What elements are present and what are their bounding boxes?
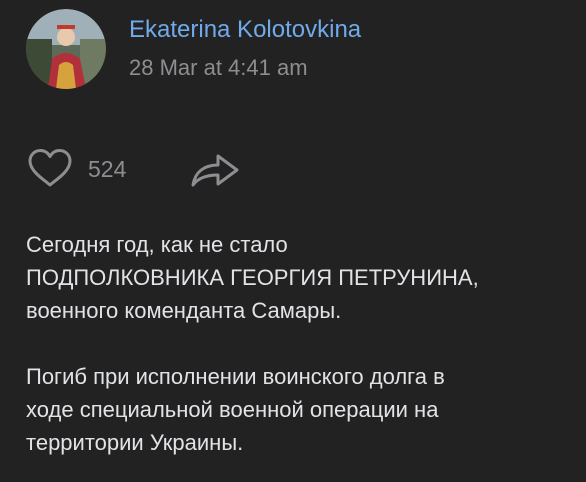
post-actions: 524 [26, 148, 286, 188]
post-timestamp[interactable]: 28 Mar at 4:41 am [129, 55, 308, 81]
post-text-line: ПОДПОЛКОВНИКА ГЕОРГИЯ ПЕТРУНИНА, [26, 265, 479, 290]
avatar[interactable] [26, 9, 106, 89]
post-text-line: ходе специальной военной операции на [26, 397, 439, 422]
like-count: 524 [88, 156, 127, 182]
avatar-image [26, 9, 106, 89]
post-header: Ekaterina Kolotovkina 28 Mar at 4:41 am [26, 9, 566, 89]
post-text-line: Сегодня год, как не стало [26, 232, 288, 257]
post-paragraph: Сегодня год, как не стало ПОДПОЛКОВНИКА … [26, 228, 576, 327]
post-text-line: военного коменданта Самары. [26, 298, 342, 323]
heart-icon [28, 149, 72, 187]
author-name-link[interactable]: Ekaterina Kolotovkina [129, 16, 361, 44]
like-button[interactable]: 524 [26, 148, 144, 188]
post-paragraph: Погиб при исполнении воинского долга в х… [26, 360, 576, 459]
share-button[interactable] [190, 148, 242, 188]
post-text-line: территории Украины. [26, 430, 244, 455]
share-icon [191, 154, 239, 187]
post-text-line: Погиб при исполнении воинского долга в [26, 364, 445, 389]
post-text: Сегодня год, как не стало ПОДПОЛКОВНИКА … [26, 228, 576, 459]
